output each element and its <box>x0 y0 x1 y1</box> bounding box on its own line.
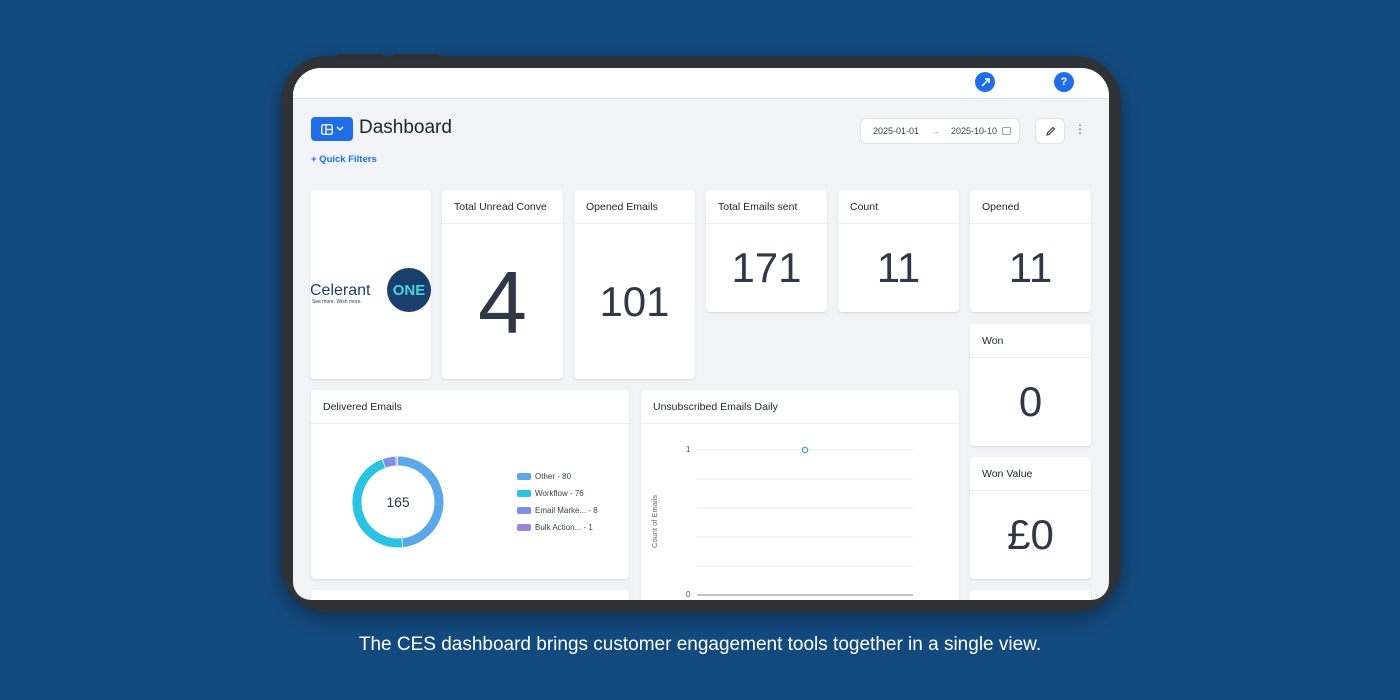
legend-swatch <box>517 507 531 515</box>
legend-label: Workflow - 76 <box>535 489 584 498</box>
brand-name: Celerant <box>310 282 371 299</box>
edit-button[interactable] <box>1035 118 1065 144</box>
card-value: 101 <box>599 278 670 325</box>
dashboard-switcher-button[interactable] <box>311 117 353 141</box>
brand-tagline: See more. Wish more. <box>312 299 362 305</box>
date-start: 2025-01-01 <box>873 126 920 136</box>
help-icon[interactable]: ? <box>1054 72 1074 92</box>
partial-card <box>970 590 1091 600</box>
top-bar: ? <box>293 68 1109 99</box>
page-title: Dashboard <box>359 117 452 138</box>
delivered-emails-card[interactable]: Delivered Emails 165 Other - 80 Workflow … <box>311 390 629 579</box>
caption: The CES dashboard brings customer engage… <box>358 634 1042 655</box>
legend-label: Other - 80 <box>535 472 572 481</box>
opened-card[interactable]: Opened 11 <box>970 190 1091 312</box>
y-tick-label: 1 <box>686 445 691 454</box>
donut-total: 165 <box>386 494 410 510</box>
card-title: Count <box>838 190 959 224</box>
card-value: 11 <box>876 244 921 291</box>
more-options-icon[interactable]: ⋮ <box>1074 120 1086 138</box>
unread-card[interactable]: Total Unread Conve 4 <box>442 190 563 379</box>
legend-label: Bulk Action... - 1 <box>535 523 593 532</box>
legend-swatch <box>517 473 531 481</box>
card-title: Won Value <box>970 457 1091 491</box>
card-value: 171 <box>731 244 802 291</box>
legend-item[interactable]: Email Marke... - 8 <box>517 506 598 515</box>
layout-icon <box>320 123 333 135</box>
won-card[interactable]: Won 0 <box>970 324 1091 446</box>
arrow-right-icon: → <box>931 126 940 136</box>
unsubscribed-card[interactable]: Unsubscribed Emails Daily 1 0 Count of E… <box>641 390 959 600</box>
won-value-card[interactable]: Won Value £0 <box>970 457 1091 579</box>
card-value: £0 <box>1007 511 1054 558</box>
legend-item[interactable]: Workflow - 76 <box>517 489 584 498</box>
card-value: 11 <box>1008 244 1053 291</box>
data-point[interactable] <box>801 446 809 454</box>
tablet-screen: ? Dashboard + Quick Filters 2025-01-01 →… <box>293 68 1109 600</box>
card-title: Total Unread Conve <box>442 190 563 224</box>
count-card[interactable]: Count 11 <box>838 190 959 312</box>
legend-swatch <box>517 490 531 498</box>
card-value: 4 <box>478 253 527 352</box>
donut-slice-2[interactable] <box>382 456 397 468</box>
date-end: 2025-10-10 <box>951 126 998 136</box>
pencil-icon <box>1045 126 1055 136</box>
y-tick-label: 0 <box>686 590 691 599</box>
date-range-picker[interactable]: 2025-01-01 → 2025-10-10 <box>860 118 1020 144</box>
quick-filters-link[interactable]: + Quick Filters <box>311 154 377 165</box>
legend-item[interactable]: Bulk Action... - 1 <box>517 523 593 532</box>
legend-label: Email Marke... - 8 <box>535 506 598 515</box>
card-title: Won <box>970 324 1091 358</box>
total-sent-card[interactable]: Total Emails sent 171 <box>706 190 827 312</box>
opened-emails-card[interactable]: Opened Emails 101 <box>574 190 695 379</box>
brand-badge: ONE <box>387 268 431 312</box>
partial-card <box>311 590 629 600</box>
calendar-icon <box>1002 127 1011 135</box>
tablet-frame: ? Dashboard + Quick Filters 2025-01-01 →… <box>281 54 1121 612</box>
y-axis-label: Count of Emails <box>649 495 659 548</box>
card-title: Opened Emails <box>574 190 695 224</box>
chevron-down-icon <box>336 126 343 131</box>
line-chart <box>697 446 913 596</box>
card-title: Delivered Emails <box>311 390 629 424</box>
integration-icon[interactable] <box>975 72 995 92</box>
legend-swatch <box>517 524 531 532</box>
logo-card: Celerant See more. Wish more. ONE <box>310 190 431 379</box>
legend-item[interactable]: Other - 80 <box>517 472 571 481</box>
card-title: Total Emails sent <box>706 190 827 224</box>
tablet-button <box>337 54 383 58</box>
card-title: Opened <box>970 190 1091 224</box>
tablet-button <box>393 54 439 58</box>
card-value: 0 <box>1018 378 1043 425</box>
